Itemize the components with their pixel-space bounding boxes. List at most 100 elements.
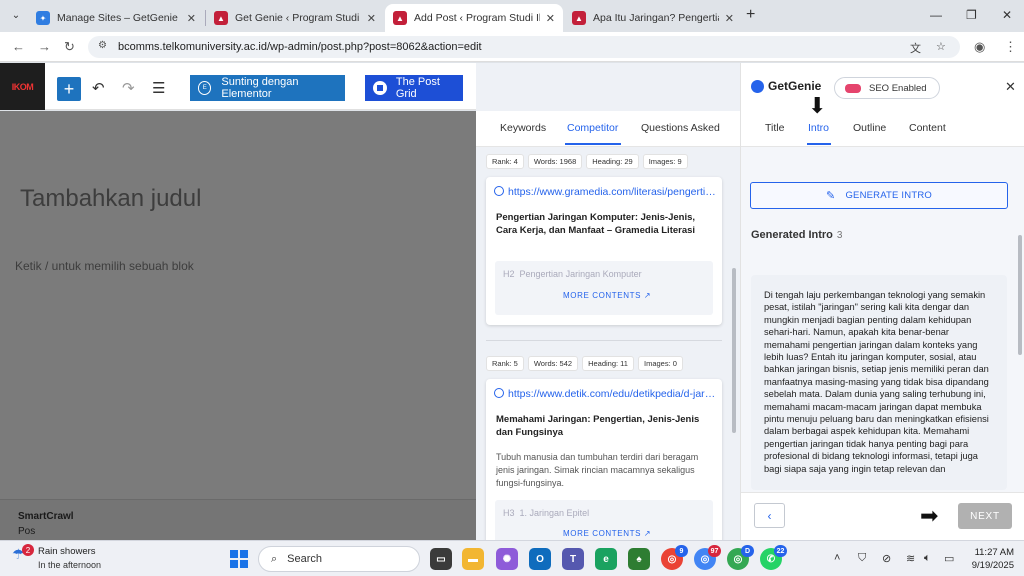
outlook-icon[interactable]: O bbox=[529, 548, 551, 570]
forward-arrow-icon[interactable]: → bbox=[38, 39, 51, 54]
genie-tabs: Title Intro Outline Content bbox=[741, 111, 1024, 147]
tab-competitor[interactable]: Competitor bbox=[567, 122, 618, 134]
brand-name: GetGenie bbox=[768, 79, 822, 93]
heading-tag: H2 bbox=[503, 269, 515, 279]
browser-tab-add-post[interactable]: ▲ Add Post ‹ Program Studi Ilmu ✕ bbox=[385, 4, 563, 32]
heading-preview-item: H3 1. Jaringan Epitel bbox=[503, 508, 589, 518]
seo-eye-icon bbox=[845, 83, 861, 93]
chrome-icon[interactable]: ◎ 9 bbox=[661, 545, 688, 570]
arrow-right-annotation-icon: ➡ bbox=[920, 503, 939, 528]
heading-preview-item: H2 Pengertian Jaringan Komputer bbox=[503, 269, 642, 279]
generated-count: 3 bbox=[836, 230, 843, 241]
site-settings-icon[interactable]: ⚙ bbox=[98, 40, 107, 51]
post-title-field[interactable]: Tambahkan judul bbox=[20, 185, 201, 213]
document-overview-icon[interactable]: ☰ bbox=[152, 79, 165, 97]
block-hint[interactable]: Ketik / untuk memilih sebuah blok bbox=[15, 259, 194, 273]
chrome-profile-icon[interactable]: ◎ 97 bbox=[694, 545, 721, 570]
browser-tab-manage-sites[interactable]: ✦ Manage Sites – GetGenie ✕ bbox=[28, 4, 204, 32]
next-button[interactable]: NEXT bbox=[958, 503, 1012, 529]
more-contents-link[interactable]: MORE CONTENTS ↗ bbox=[563, 291, 651, 300]
heading-text: 1. Jaringan Epitel bbox=[519, 508, 590, 518]
edit-with-elementor-button[interactable]: E Sunting dengan Elementor bbox=[190, 75, 345, 101]
competitor-scrollbar[interactable] bbox=[732, 268, 736, 433]
tab-intro[interactable]: Intro bbox=[808, 122, 829, 134]
stat-heading: Heading: 11 bbox=[582, 356, 634, 371]
generated-heading-text: Generated Intro bbox=[751, 229, 833, 241]
competitor-panel: Keywords Competitor Questions Asked Rank… bbox=[476, 63, 740, 544]
close-tab-icon[interactable]: ✕ bbox=[367, 12, 376, 25]
getgenie-panel: GetGenie SEO Enabled ✕ Title Intro Outli… bbox=[740, 63, 1024, 540]
competitor-url-text: https://www.gramedia.com/literasi/penger… bbox=[508, 186, 716, 198]
globe-icon bbox=[494, 186, 504, 196]
add-block-button[interactable]: + bbox=[57, 77, 81, 101]
active-tab-underline bbox=[807, 143, 831, 145]
chrome-badge: 9 bbox=[675, 545, 688, 557]
url-omnibox[interactable]: ⚙ bcomms.telkomuniversity.ac.id/wp-admin… bbox=[88, 36, 960, 58]
competitor-card: https://www.detik.com/edu/detikpedia/d-j… bbox=[486, 379, 722, 544]
back-arrow-icon[interactable]: ← bbox=[12, 39, 25, 54]
windows-start-icon[interactable] bbox=[230, 550, 248, 568]
windows-taskbar: ☂ 2 Rain showers In the afternoon ⌕ Search… bbox=[0, 540, 1024, 576]
wifi-icon[interactable]: ≋ bbox=[906, 552, 915, 565]
reload-icon[interactable]: ↻ bbox=[64, 39, 75, 55]
seo-enabled-toggle[interactable]: SEO Enabled bbox=[834, 77, 940, 99]
new-tab-plus-icon[interactable]: + bbox=[746, 6, 755, 24]
taskbar-search[interactable]: ⌕ Search bbox=[258, 546, 420, 572]
close-tab-icon[interactable]: ✕ bbox=[187, 12, 196, 25]
tab-title[interactable]: Title bbox=[765, 122, 784, 134]
weather-badge: 2 bbox=[22, 544, 34, 556]
tab-questions-asked[interactable]: Questions Asked bbox=[641, 122, 720, 134]
competitor-url-link[interactable]: https://www.detik.com/edu/detikpedia/d-j… bbox=[494, 388, 716, 400]
tray-status-icon[interactable]: ⊘ bbox=[882, 552, 891, 565]
browser-menu-icon[interactable]: ⋮ bbox=[1004, 39, 1017, 55]
close-window-icon[interactable]: ✕ bbox=[1002, 8, 1012, 22]
generate-intro-button[interactable]: ✎ GENERATE INTRO bbox=[750, 182, 1008, 209]
more-contents-link[interactable]: MORE CONTENTS ↗ bbox=[563, 529, 651, 538]
close-panel-icon[interactable]: ✕ bbox=[1005, 79, 1016, 95]
whatsapp-icon[interactable]: ✆ 22 bbox=[760, 545, 787, 570]
battery-icon[interactable]: ▭ bbox=[944, 552, 954, 565]
tab-search-chevron-icon[interactable]: ⌄ bbox=[6, 5, 26, 25]
minimize-icon[interactable]: — bbox=[930, 8, 942, 22]
rain-cloud-icon: ☂ 2 bbox=[12, 544, 34, 566]
task-view-icon[interactable]: ▭ bbox=[430, 548, 452, 570]
chrome-profile-icon[interactable]: ◎ D bbox=[727, 545, 754, 570]
whatsapp-badge: 22 bbox=[774, 545, 787, 557]
restore-icon[interactable]: ❐ bbox=[966, 8, 977, 22]
browser-tab-get-genie[interactable]: ▲ Get Genie ‹ Program Studi Ilmu ✕ bbox=[206, 4, 384, 32]
competitor-url-link[interactable]: https://www.gramedia.com/literasi/penger… bbox=[494, 186, 716, 198]
tab-content[interactable]: Content bbox=[909, 122, 946, 134]
file-explorer-icon[interactable]: ▬ bbox=[462, 548, 484, 570]
edge-icon[interactable]: e bbox=[595, 548, 617, 570]
genie-scrollbar[interactable] bbox=[1018, 235, 1022, 355]
tab-title: Get Genie ‹ Program Studi Ilmu bbox=[235, 12, 361, 24]
profile-avatar-icon[interactable]: ◉ bbox=[974, 39, 985, 55]
stat-images: Images: 9 bbox=[642, 154, 688, 169]
volume-icon[interactable]: 🔈︎ bbox=[924, 552, 931, 565]
close-tab-icon[interactable]: ✕ bbox=[725, 12, 734, 25]
elementor-label: Sunting dengan Elementor bbox=[221, 76, 299, 100]
undo-icon[interactable]: ↶ bbox=[92, 79, 105, 97]
generate-label: GENERATE INTRO bbox=[845, 190, 932, 201]
tab-keywords[interactable]: Keywords bbox=[500, 122, 546, 134]
site-logo[interactable]: IKOM bbox=[0, 63, 45, 110]
redo-icon[interactable]: ↷ bbox=[122, 79, 135, 97]
weather-widget[interactable]: ☂ 2 Rain showers In the afternoon bbox=[12, 544, 101, 570]
back-button[interactable]: ‹ bbox=[754, 503, 785, 528]
post-grid-button[interactable]: The Post Grid bbox=[365, 75, 463, 101]
competitor-title: Pengertian Jaringan Komputer: Jenis-Jeni… bbox=[496, 212, 696, 236]
translate-icon[interactable]: 文 bbox=[910, 40, 921, 56]
close-tab-icon[interactable]: ✕ bbox=[546, 12, 555, 25]
smartcrawl-metabox-title[interactable]: SmartCrawl bbox=[18, 511, 74, 522]
browser-tab-apa-itu-jaringan[interactable]: ▲ Apa Itu Jaringan? Pengertian, Je ✕ bbox=[564, 4, 742, 32]
system-clock[interactable]: 11:27 AM 9/19/2025 bbox=[968, 546, 1014, 572]
show-hidden-icons-chevron-icon[interactable]: ˄ bbox=[834, 552, 840, 564]
bookmark-star-icon[interactable]: ☆ bbox=[936, 40, 946, 53]
chevron-left-icon: ‹ bbox=[767, 508, 772, 523]
security-icon[interactable]: ⛉ bbox=[858, 552, 866, 565]
generated-intro-card[interactable]: Di tengah laju perkembangan teknologi ya… bbox=[751, 275, 1007, 490]
tab-outline[interactable]: Outline bbox=[853, 122, 886, 134]
copilot-icon[interactable]: ✺ bbox=[496, 548, 518, 570]
solitaire-icon[interactable]: ♠ bbox=[628, 548, 650, 570]
teams-icon[interactable]: T bbox=[562, 548, 584, 570]
